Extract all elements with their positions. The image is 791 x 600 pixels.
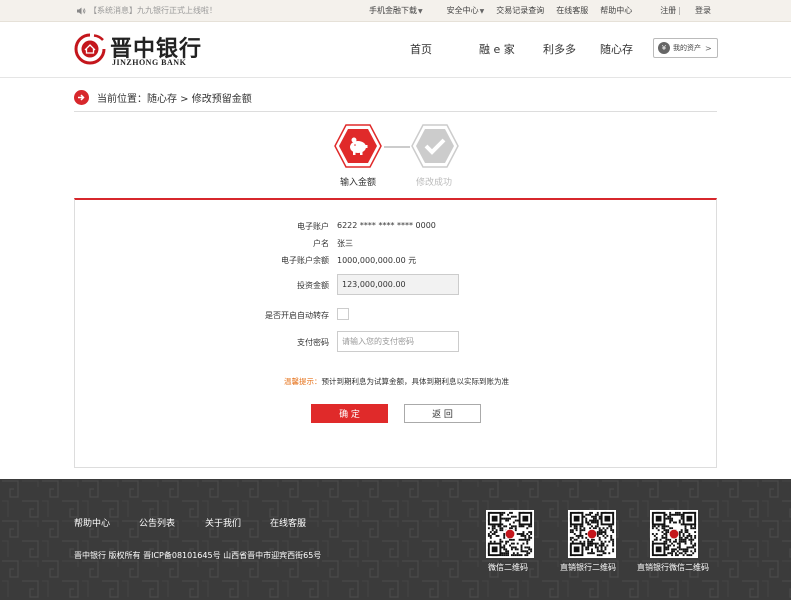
auto-renew-label: 是否开启自动转存 (265, 311, 329, 320)
mobile-banking-link[interactable]: 手机金融下载▼ (357, 5, 423, 16)
step-2-hexagon (411, 124, 459, 168)
tip-text: 预计到期利息为试算金额，具体到期利息以实际到账为准 (321, 377, 510, 386)
breadcrumb-text: 当前位置：随心存 > 修改预留金额 (97, 94, 252, 105)
nav-sui-xin-cun[interactable]: 随心存 (600, 41, 633, 57)
step-connector (384, 146, 410, 148)
nav-li-duo-duo[interactable]: 利多多 (543, 41, 576, 57)
qr-code-icon (568, 510, 616, 558)
auth-separator: | (678, 6, 681, 15)
payment-password-input[interactable]: 请输入您的支付密码 (337, 331, 459, 352)
logo-english: JINZHONG BANK (112, 58, 187, 67)
login-link[interactable]: 登录 (695, 6, 711, 15)
name-value: 张三 (337, 239, 353, 248)
my-assets-label: 我的资产 (673, 44, 701, 52)
qr-code-icon (486, 510, 534, 558)
transaction-records-link[interactable]: 交易记录查询 (496, 5, 544, 16)
mobile-banking-label: 手机金融下载 (369, 6, 418, 15)
footer-service-link[interactable]: 在线客服 (270, 516, 306, 529)
step-2-label: 修改成功 (416, 178, 453, 188)
bank-logo[interactable]: 晋中银行 JINZHONG BANK (74, 31, 201, 69)
direct-bank-wechat-qr-label: 直销银行微信二维码 (637, 563, 709, 572)
qr-code-icon (650, 510, 698, 558)
arrow-right-icon (74, 90, 89, 105)
wechat-qr-code (486, 510, 534, 558)
footer-help-link[interactable]: 帮助中心 (74, 516, 110, 529)
chevron-down-icon: ▼ (418, 8, 423, 15)
chevron-down-icon: ▼ (479, 8, 485, 15)
notice-text: 【系统消息】九九银行正式上线啦！ (89, 6, 217, 15)
invest-amount-input[interactable]: 123,000,000.00 (337, 274, 459, 295)
footer-notices-link[interactable]: 公告列表 (139, 516, 175, 529)
footer-about-link[interactable]: 关于我们 (205, 516, 241, 529)
direct-bank-qr-code (568, 510, 616, 558)
back-button[interactable]: 返 回 (404, 404, 481, 423)
balance-label: 电子账户余额 (281, 256, 329, 265)
online-service-link[interactable]: 在线客服 (556, 5, 588, 16)
nav-rong-e-jia[interactable]: 融 e 家 (479, 41, 515, 57)
top-links: 手机金融下载▼ 安全中心▼ 交易记录查询 在线客服 帮助中心 注册 | 登录 (345, 5, 711, 16)
direct-bank-qr-label: 直销银行二维码 (560, 563, 616, 572)
confirm-button[interactable]: 确 定 (311, 404, 388, 423)
account-label: 电子账户 (297, 222, 329, 231)
register-link[interactable]: 注册 (660, 6, 676, 15)
copyright-text: 晋中银行 版权所有 晋ICP备08101645号 山西省晋中市迎宾西街65号 (74, 551, 322, 560)
invest-label: 投资金额 (297, 281, 329, 290)
wechat-qr-label: 微信二维码 (488, 563, 528, 572)
step-1-label: 输入金额 (340, 178, 377, 188)
bank-seal-icon (74, 33, 106, 65)
security-center-link[interactable]: 安全中心▼ (435, 5, 485, 16)
footer: 帮助中心 公告列表 关于我们 在线客服 晋中银行 版权所有 晋ICP备08101… (0, 479, 791, 600)
top-bar: 【系统消息】九九银行正式上线啦！ 手机金融下载▼ 安全中心▼ 交易记录查询 在线… (0, 0, 791, 22)
direct-bank-wechat-qr-code (650, 510, 698, 558)
form-panel: 电子账户 6222 **** **** **** 0000 户名 张三 电子账户… (74, 198, 717, 468)
progress-steps: 输入金额 修改成功 (0, 124, 791, 188)
auto-renew-checkbox[interactable] (337, 308, 349, 320)
speaker-icon (77, 7, 86, 14)
nav-home[interactable]: 首页 (410, 41, 432, 57)
my-assets-button[interactable]: ¥ 我的资产 > (653, 38, 718, 58)
account-value: 6222 **** **** **** 0000 (337, 221, 436, 230)
yen-icon: ¥ (658, 42, 670, 54)
tip-notice: 温馨提示：预计到期利息为试算金额，具体到期利息以实际到账为准 (75, 376, 718, 387)
password-label: 支付密码 (297, 338, 329, 347)
chevron-right-icon: > (705, 43, 712, 53)
step-1-hexagon (334, 124, 382, 168)
security-center-label: 安全中心 (446, 6, 479, 15)
balance-value: 1000,000,000.00 元 (337, 256, 417, 265)
help-center-link[interactable]: 帮助中心 (600, 5, 632, 16)
system-notice[interactable]: 【系统消息】九九银行正式上线啦！ (76, 5, 217, 16)
breadcrumb: 当前位置：随心存 > 修改预留金额 (74, 86, 717, 112)
header: 晋中银行 JINZHONG BANK 首页 融 e 家 利多多 随心存 ¥ 我的… (0, 22, 791, 78)
auth-links: 注册 | 登录 (648, 5, 711, 16)
name-label: 户名 (313, 239, 329, 248)
tip-highlight: 温馨提示： (284, 377, 322, 386)
